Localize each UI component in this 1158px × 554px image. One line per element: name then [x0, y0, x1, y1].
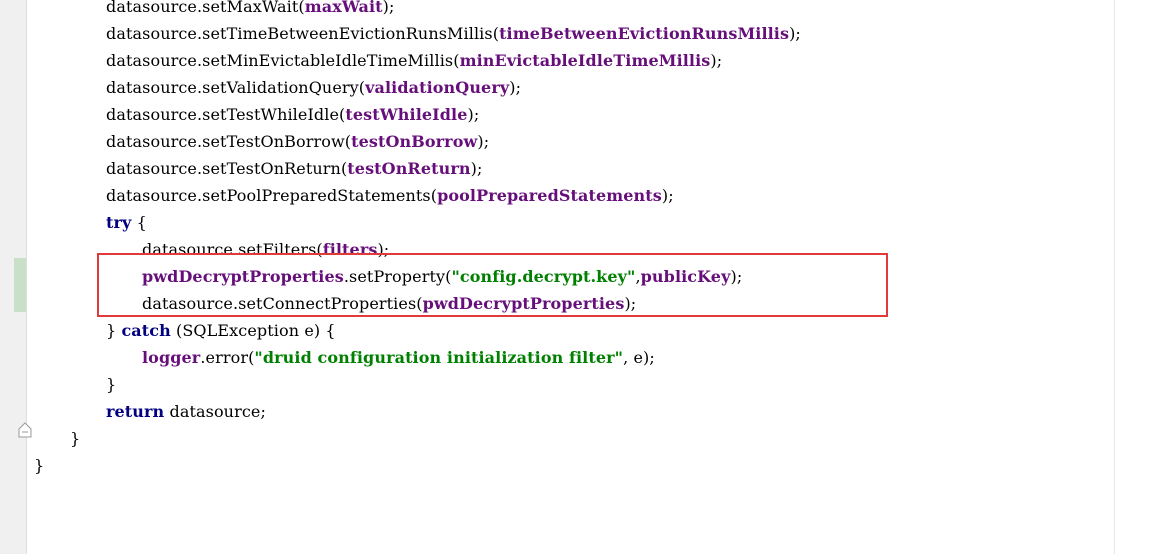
- code-token: datasource: [106, 0, 197, 16]
- code-line[interactable]: datasource.setTestOnReturn(testOnReturn)…: [106, 155, 482, 182]
- code-token: setTestOnReturn: [202, 159, 341, 178]
- code-line[interactable]: datasource.setTestOnBorrow(testOnBorrow)…: [106, 128, 489, 155]
- code-token: logger: [142, 348, 201, 367]
- code-token: return: [106, 402, 165, 421]
- code-line[interactable]: datasource.setTimeBetweenEvictionRunsMil…: [106, 20, 801, 47]
- code-token: datasource: [106, 105, 197, 124]
- code-token: datasource: [106, 159, 197, 178]
- fold-icon[interactable]: [18, 422, 32, 438]
- code-line[interactable]: logger.error("druid configuration initia…: [142, 344, 655, 371]
- code-token: timeBetweenEvictionRunsMillis: [499, 24, 790, 43]
- code-line[interactable]: return datasource;: [106, 398, 266, 425]
- code-line[interactable]: }: [70, 425, 80, 452]
- code-token: {: [131, 213, 147, 232]
- code-token: testOnBorrow: [351, 132, 478, 151]
- code-token: datasource: [106, 51, 197, 70]
- code-token: );: [789, 24, 801, 43]
- code-line[interactable]: datasource.setPoolPreparedStatements(poo…: [106, 182, 674, 209]
- code-token: setTimeBetweenEvictionRunsMillis: [202, 24, 493, 43]
- code-token: );: [509, 78, 522, 97]
- code-line[interactable]: try {: [106, 209, 147, 236]
- code-line[interactable]: datasource.setMinEvictableIdleTimeMillis…: [106, 47, 722, 74]
- code-token: datasource;: [164, 402, 266, 421]
- code-token: datasource: [106, 186, 197, 205]
- code-token: }: [70, 429, 81, 448]
- code-token: );: [661, 186, 674, 205]
- code-token: setMinEvictableIdleTimeMillis: [202, 51, 454, 70]
- code-token: poolPreparedStatements: [437, 186, 662, 205]
- code-token: );: [382, 0, 395, 16]
- code-line[interactable]: }: [106, 371, 116, 398]
- code-token: setValidationQuery: [202, 78, 359, 97]
- code-token: );: [470, 159, 483, 178]
- code-token: testWhileIdle: [345, 105, 468, 124]
- code-token: "druid configuration initialization filt…: [254, 348, 624, 367]
- code-token: datasource: [106, 78, 197, 97]
- code-token: datasource: [106, 24, 197, 43]
- code-token: (SQLException e) {: [170, 321, 336, 340]
- code-token: maxWait: [304, 0, 383, 16]
- highlight-annotation-box: [97, 253, 888, 317]
- code-token: , e);: [623, 348, 655, 367]
- code-line[interactable]: datasource.setMaxWait(maxWait);: [106, 0, 395, 20]
- code-token: }: [106, 321, 122, 340]
- code-token: validationQuery: [365, 78, 510, 97]
- code-token: minEvictableIdleTimeMillis: [459, 51, 711, 70]
- code-token: testOnReturn: [347, 159, 471, 178]
- code-line[interactable]: }: [34, 452, 44, 479]
- code-token: );: [710, 51, 723, 70]
- code-line[interactable]: } catch (SQLException e) {: [106, 317, 336, 344]
- code-token: setTestOnBorrow: [202, 132, 345, 151]
- code-token: );: [467, 105, 480, 124]
- code-line[interactable]: datasource.setTestWhileIdle(testWhileIdl…: [106, 101, 479, 128]
- code-token: try: [106, 213, 132, 232]
- code-token: setPoolPreparedStatements: [202, 186, 431, 205]
- code-token: setTestWhileIdle: [202, 105, 340, 124]
- code-token: }: [34, 456, 45, 475]
- vcs-change-marker[interactable]: [14, 258, 26, 312]
- code-token: }: [106, 375, 117, 394]
- code-token: catch: [121, 321, 171, 340]
- code-token: );: [477, 132, 490, 151]
- code-token: error: [205, 348, 249, 367]
- code-token: datasource: [106, 132, 197, 151]
- code-line[interactable]: datasource.setValidationQuery(validation…: [106, 74, 521, 101]
- code-token: setMaxWait: [202, 0, 299, 16]
